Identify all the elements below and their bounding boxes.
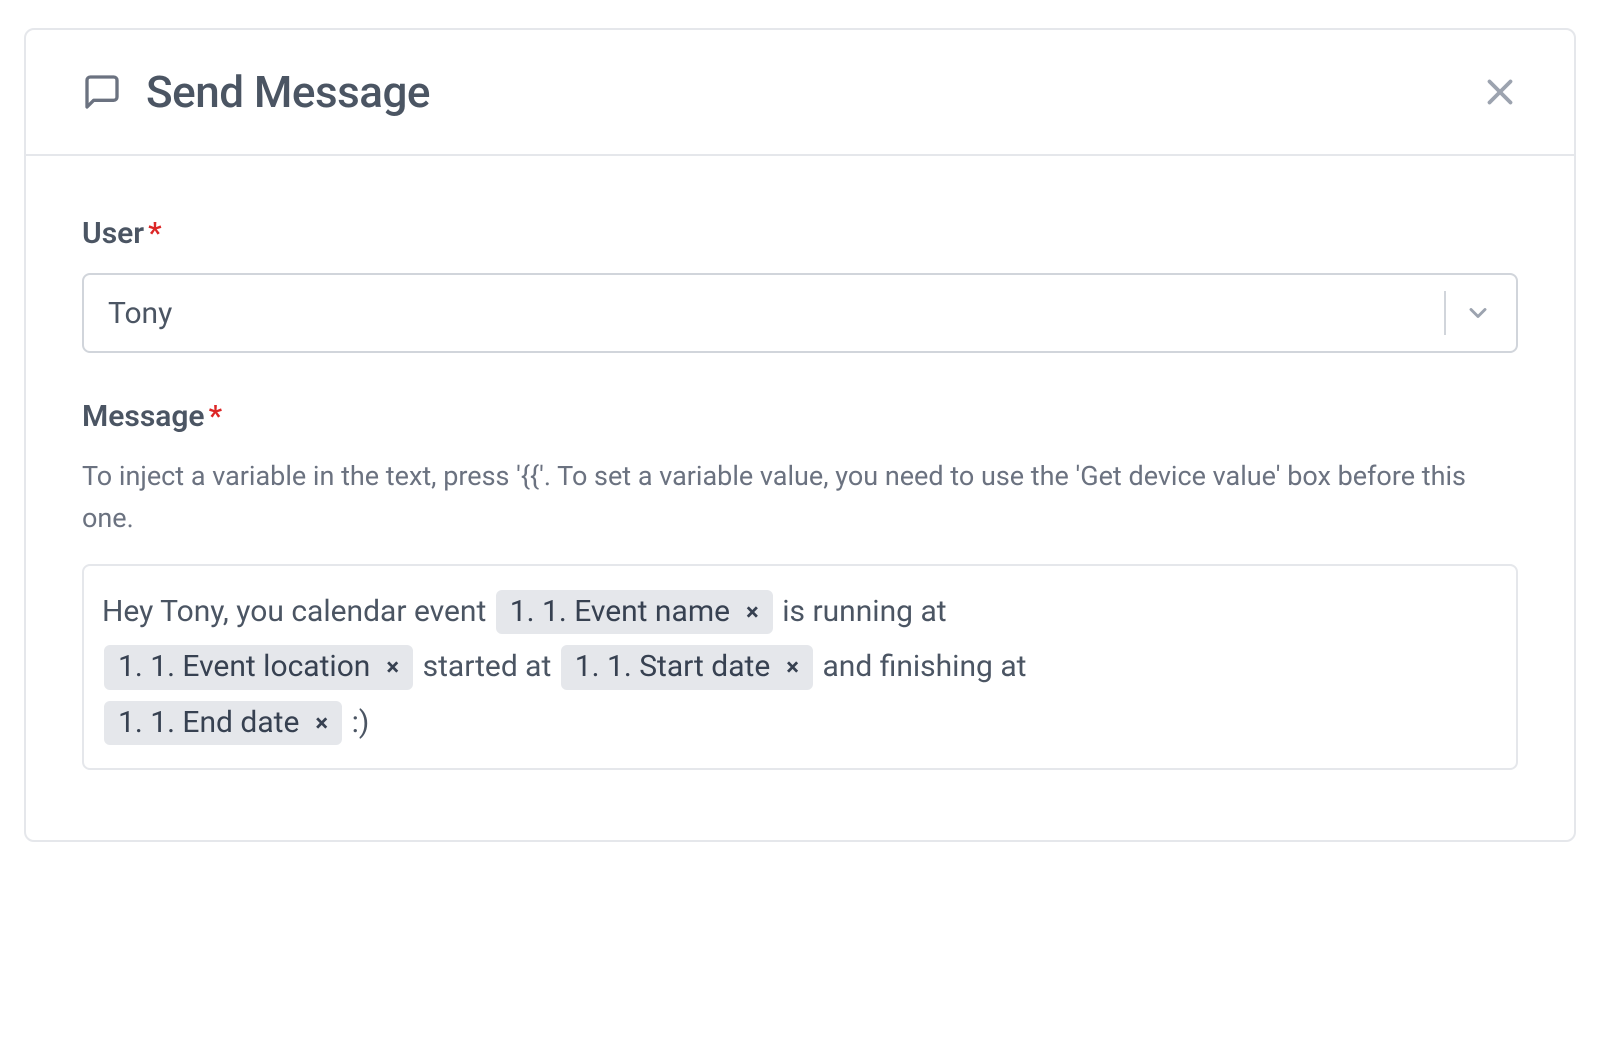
chip-label: 1. 1. Start date bbox=[575, 647, 770, 688]
title-group: Send Message bbox=[82, 66, 430, 118]
required-mark: * bbox=[209, 399, 222, 434]
card-body: User* Tony Message* To inject a bbox=[26, 156, 1574, 840]
user-select-value: Tony bbox=[108, 296, 1444, 331]
variable-chip-end-date[interactable]: 1. 1. End date × bbox=[104, 701, 342, 746]
chip-remove-button[interactable]: × bbox=[313, 707, 330, 739]
message-label-text: Message bbox=[82, 399, 205, 434]
variable-chip-event-location[interactable]: 1. 1. Event location × bbox=[104, 645, 413, 690]
message-field: Message* To inject a variable in the tex… bbox=[82, 399, 1518, 770]
select-divider bbox=[1444, 291, 1446, 335]
message-help-text: To inject a variable in the text, press … bbox=[82, 456, 1518, 540]
user-label-text: User bbox=[82, 216, 144, 251]
chip-label: 1. 1. End date bbox=[118, 703, 299, 744]
variable-chip-event-name[interactable]: 1. 1. Event name × bbox=[496, 590, 773, 635]
editor-text: started at bbox=[415, 649, 559, 684]
card-title: Send Message bbox=[146, 66, 430, 118]
user-label: User* bbox=[82, 216, 1518, 251]
chip-label: 1. 1. Event name bbox=[510, 592, 730, 633]
message-label: Message* bbox=[82, 399, 1518, 434]
editor-text: is running at bbox=[775, 594, 954, 629]
user-select[interactable]: Tony bbox=[82, 273, 1518, 353]
send-message-card: Send Message User* Tony bbox=[24, 28, 1576, 842]
message-editor[interactable]: Hey Tony, you calendar event 1. 1. Event… bbox=[82, 564, 1518, 771]
card-header: Send Message bbox=[26, 30, 1574, 156]
chevron-down-icon bbox=[1464, 299, 1492, 327]
editor-text: Hey Tony, you calendar event bbox=[102, 594, 494, 629]
chip-remove-button[interactable]: × bbox=[384, 651, 401, 683]
chip-remove-button[interactable]: × bbox=[784, 651, 801, 683]
close-button[interactable] bbox=[1482, 74, 1518, 110]
editor-text: :) bbox=[344, 705, 369, 740]
chip-label: 1. 1. Event location bbox=[118, 647, 370, 688]
required-mark: * bbox=[148, 216, 161, 251]
editor-text: and finishing at bbox=[815, 649, 1034, 684]
message-icon bbox=[82, 72, 122, 112]
chip-remove-button[interactable]: × bbox=[744, 596, 761, 628]
user-field: User* Tony bbox=[82, 216, 1518, 353]
variable-chip-start-date[interactable]: 1. 1. Start date × bbox=[561, 645, 813, 690]
